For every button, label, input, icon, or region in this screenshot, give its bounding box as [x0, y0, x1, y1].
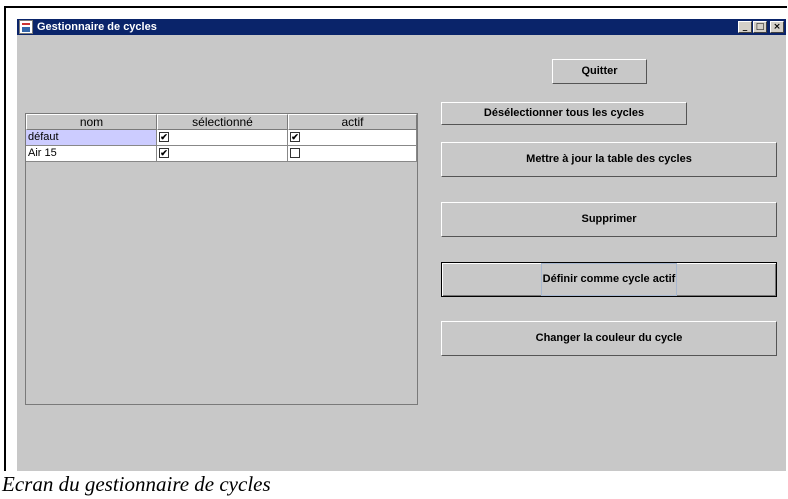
cycles-table[interactable]: nom sélectionné actif défaut ✔ ✔ Air 15 … — [25, 113, 418, 405]
app-icon — [19, 20, 33, 34]
change-color-button[interactable]: Changer la couleur du cycle — [441, 321, 777, 356]
table-row[interactable]: Air 15 ✔ — [26, 146, 417, 162]
column-header-nom[interactable]: nom — [26, 114, 157, 130]
maximize-button[interactable]: □ — [753, 21, 767, 33]
active-checkbox[interactable]: ✔ — [290, 132, 300, 142]
cell-actif[interactable]: ✔ — [288, 130, 417, 145]
change-color-button-label: Changer la couleur du cycle — [535, 332, 683, 344]
table-row[interactable]: défaut ✔ ✔ — [26, 130, 417, 146]
set-active-button-label: Définir comme cycle actif — [540, 263, 678, 296]
update-table-button-label: Mettre à jour la table des cycles — [526, 153, 692, 165]
figure-caption: Ecran du gestionnaire de cycles — [2, 472, 271, 496]
app-window: Gestionnaire de cycles _ □ × Quitter nom… — [16, 18, 786, 471]
column-header-selectionne[interactable]: sélectionné — [157, 114, 288, 130]
quit-button[interactable]: Quitter — [552, 59, 647, 84]
cell-selectionne[interactable]: ✔ — [157, 146, 288, 161]
delete-button[interactable]: Supprimer — [441, 202, 777, 237]
quit-button-label: Quitter — [581, 65, 618, 77]
window-title: Gestionnaire de cycles — [37, 21, 157, 33]
cell-nom[interactable]: défaut — [26, 130, 157, 145]
table-header: nom sélectionné actif — [26, 114, 417, 130]
delete-button-label: Supprimer — [581, 213, 637, 225]
deselect-all-button-label: Désélectionner tous les cycles — [483, 107, 645, 119]
column-header-actif[interactable]: actif — [288, 114, 417, 130]
title-bar[interactable]: Gestionnaire de cycles _ □ × — [17, 19, 786, 35]
cell-selectionne[interactable]: ✔ — [157, 130, 288, 145]
update-table-button[interactable]: Mettre à jour la table des cycles — [441, 142, 777, 177]
cell-nom[interactable]: Air 15 — [26, 146, 157, 161]
set-active-button[interactable]: Définir comme cycle actif — [441, 262, 777, 297]
close-button[interactable]: × — [770, 21, 784, 33]
selected-checkbox[interactable]: ✔ — [159, 132, 169, 142]
cell-actif[interactable] — [288, 146, 417, 161]
selected-checkbox[interactable]: ✔ — [159, 148, 169, 158]
table-body: défaut ✔ ✔ Air 15 ✔ — [26, 130, 417, 162]
deselect-all-button[interactable]: Désélectionner tous les cycles — [441, 102, 687, 125]
active-checkbox[interactable] — [290, 148, 300, 158]
minimize-button[interactable]: _ — [738, 21, 752, 33]
